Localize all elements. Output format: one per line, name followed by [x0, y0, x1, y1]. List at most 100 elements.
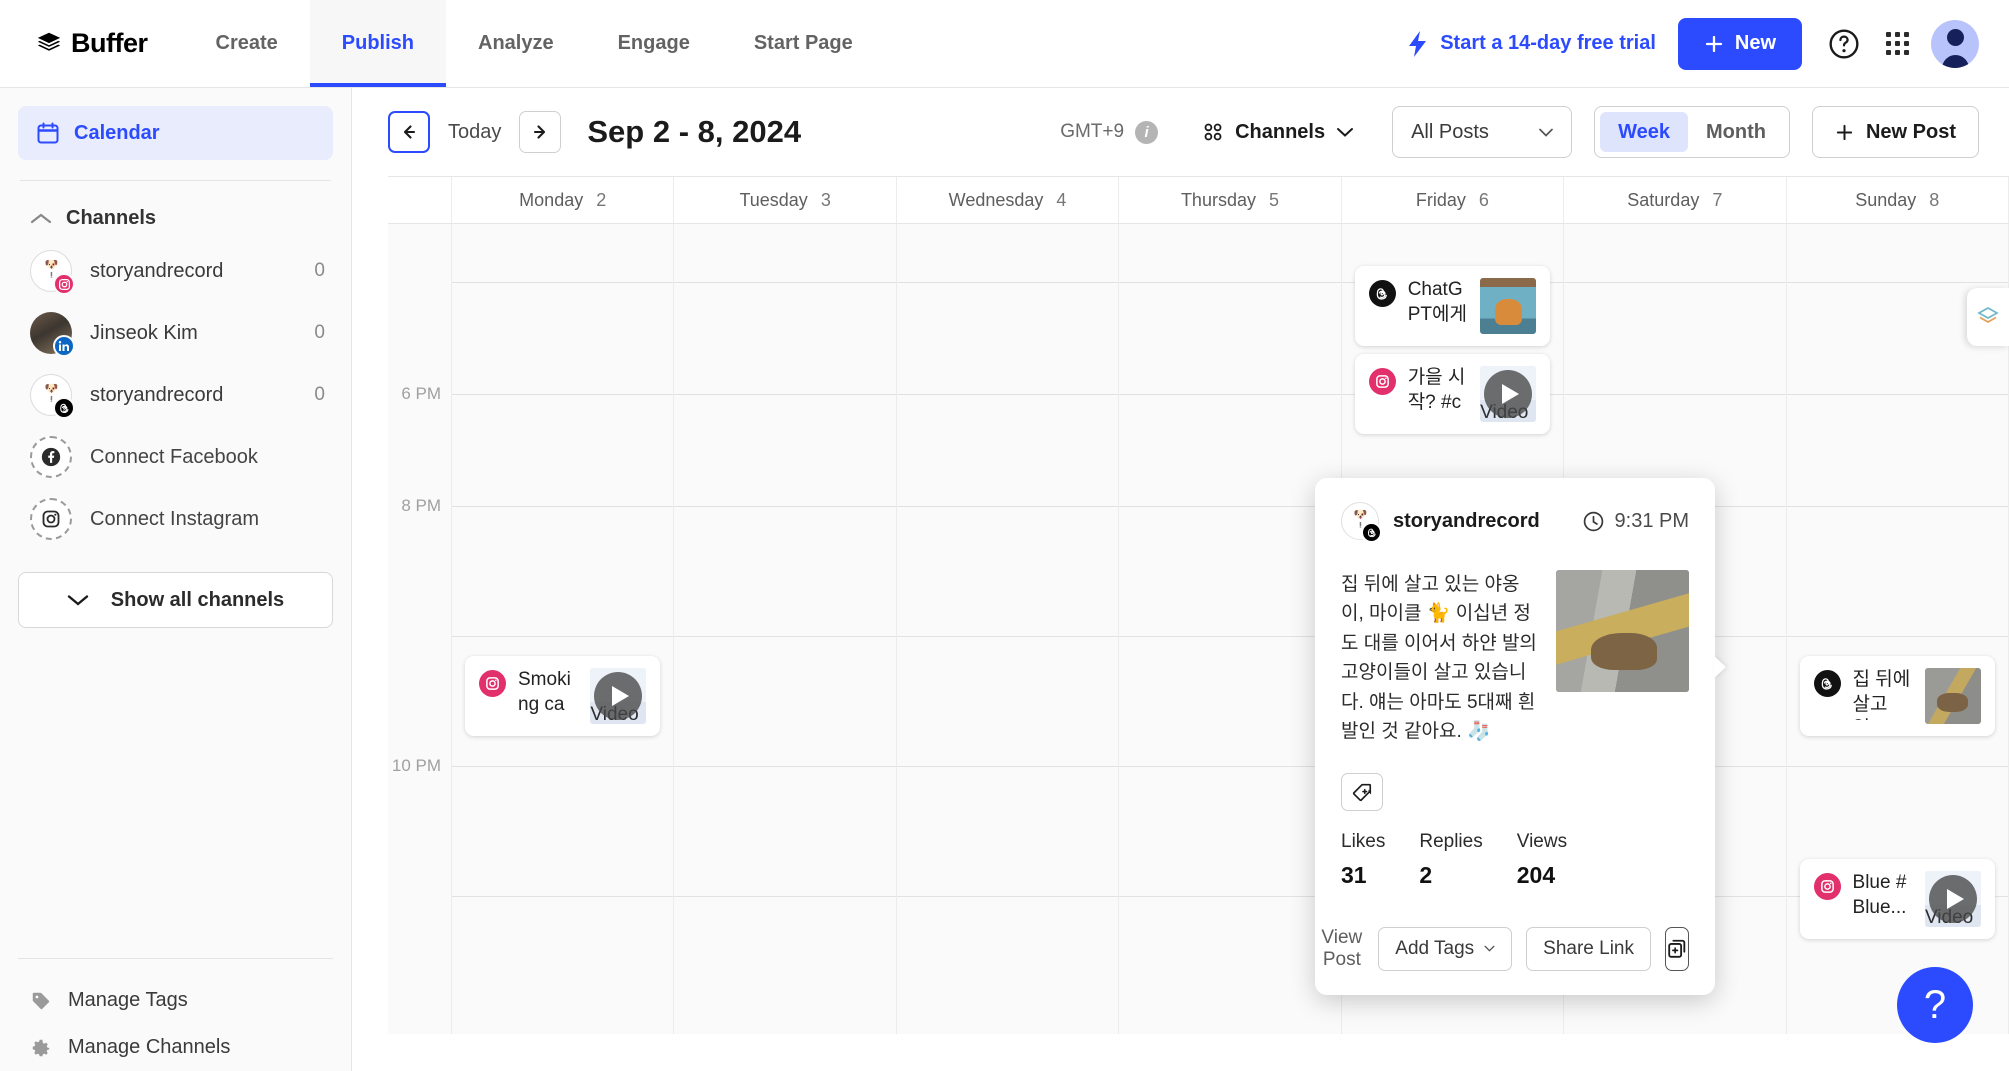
- day-column-wednesday[interactable]: [896, 224, 1120, 1034]
- sidebar: Calendar Channels 🐶 ᵎᵎ storyandrecord 0 …: [0, 88, 352, 1071]
- connect-facebook-label: Connect Facebook: [90, 445, 258, 468]
- avatar[interactable]: [1931, 19, 1979, 68]
- popover-media-thumbnail[interactable]: [1556, 570, 1689, 692]
- popover-time-label: 9:31 PM: [1614, 509, 1689, 532]
- side-panel-toggle[interactable]: [1967, 288, 2009, 346]
- post-card[interactable]: 가을 시작? #ca... Video: [1354, 354, 1551, 434]
- popover-stats: Likes 31 Replies 2 Views 204: [1341, 831, 1689, 889]
- sidebar-item-manage-tags[interactable]: Manage Tags: [0, 977, 351, 1024]
- instagram-icon: [42, 510, 60, 528]
- tab-analyze[interactable]: Analyze: [446, 0, 586, 87]
- stat-likes: Likes 31: [1341, 831, 1385, 889]
- view-mode-month[interactable]: Month: [1688, 112, 1784, 152]
- post-card-text: ChatGPT에게 ...: [1407, 279, 1467, 330]
- view-post-button[interactable]: View Post: [1319, 923, 1364, 975]
- tab-start-page[interactable]: Start Page: [722, 0, 885, 87]
- sidebar-channels-header[interactable]: Channels: [0, 181, 351, 240]
- channel-post-count: 0: [314, 322, 325, 343]
- popover-scheduled-time: 9:31 PM: [1582, 510, 1689, 533]
- day-column-tuesday[interactable]: [674, 224, 897, 1034]
- day-name: Tuesday: [739, 189, 808, 210]
- sidebar-connect-facebook[interactable]: Connect Facebook: [0, 426, 351, 488]
- day-number: 2: [596, 189, 607, 210]
- nav-tabs: Create Publish Analyze Engage Start Page: [184, 0, 885, 87]
- plus-icon: [1705, 35, 1723, 52]
- sidebar-channel-jinseok-kim-linkedin[interactable]: Jinseok Kim 0: [0, 302, 351, 364]
- day-name: Wednesday: [948, 189, 1044, 210]
- sidebar-channel-storyandrecord-threads[interactable]: 🐶 ᵎᵎ storyandrecord 0: [0, 364, 351, 426]
- channel-post-count: 0: [314, 260, 325, 281]
- toolbar-right-controls: GMT+9 i Channels All Posts Week Month Ne…: [1060, 106, 1979, 158]
- info-icon[interactable]: i: [1135, 120, 1159, 144]
- start-free-trial-link[interactable]: Start a 14-day free trial: [1406, 30, 1656, 58]
- show-all-channels-label: Show all channels: [110, 588, 285, 611]
- sidebar-channel-storyandrecord-instagram[interactable]: 🐶 ᵎᵎ storyandrecord 0: [0, 240, 351, 302]
- day-header-sunday: Sunday 8: [1787, 177, 2009, 223]
- next-week-button[interactable]: [519, 111, 562, 153]
- day-header-thursday: Thursday 5: [1119, 177, 1342, 223]
- sidebar-item-manage-channels[interactable]: Manage Channels: [0, 1024, 351, 1071]
- time-gutter-header: [388, 177, 452, 223]
- view-mode-toggle: Week Month: [1594, 106, 1790, 158]
- duplicate-post-button[interactable]: [1665, 926, 1689, 971]
- nav-right-actions: Start a 14-day free trial New: [1406, 0, 2009, 87]
- day-column-monday[interactable]: Smoking cat... Video: [452, 224, 675, 1034]
- instagram-badge-icon: [1368, 368, 1396, 395]
- add-tags-button[interactable]: Add Tags: [1378, 926, 1513, 971]
- day-header-wednesday: Wednesday 4: [897, 177, 1120, 223]
- post-card[interactable]: 집 뒤에 살고 있...: [1799, 656, 1995, 736]
- gear-icon: [32, 1039, 50, 1056]
- previous-week-button[interactable]: [388, 111, 430, 153]
- channel-name: storyandrecord: [90, 259, 224, 282]
- channels-filter-dropdown[interactable]: Channels: [1202, 121, 1354, 144]
- buffer-logo-icon: [37, 32, 61, 51]
- stat-value: 2: [1419, 861, 1433, 888]
- sidebar-footer-divider: [18, 958, 333, 959]
- tab-publish[interactable]: Publish: [309, 0, 447, 87]
- tab-engage[interactable]: Engage: [586, 0, 722, 87]
- new-button[interactable]: New: [1677, 17, 1802, 70]
- new-post-label: New Post: [1865, 120, 1956, 143]
- add-tags-label: Add Tags: [1395, 937, 1475, 959]
- help-fab-button[interactable]: ?: [1897, 967, 1973, 1043]
- post-card[interactable]: ChatGPT에게 ...: [1354, 266, 1551, 346]
- help-button[interactable]: [1824, 24, 1864, 64]
- new-button-label: New: [1734, 32, 1776, 54]
- connect-avatar: [30, 498, 72, 540]
- post-card[interactable]: Blue #Blue... Video: [1799, 859, 1995, 939]
- time-label: 10 PM: [391, 756, 441, 775]
- day-name: Friday: [1415, 189, 1466, 210]
- day-number: 6: [1478, 189, 1489, 210]
- popover-body: 집 뒤에 살고 있는 야옹이, 마이클 🐈 이십년 정도 대를 이어서 하얀 발…: [1341, 570, 1689, 747]
- sidebar-item-calendar[interactable]: Calendar: [18, 106, 333, 160]
- share-link-button[interactable]: Share Link: [1526, 926, 1651, 971]
- calendar: Monday 2 Tuesday 3 Wednesday 4 Thursday …: [352, 176, 2009, 1034]
- sidebar-connect-instagram[interactable]: Connect Instagram: [0, 488, 351, 550]
- plus-icon: [1836, 124, 1853, 140]
- manage-tags-label: Manage Tags: [68, 989, 188, 1011]
- day-column-thursday[interactable]: [1119, 224, 1342, 1034]
- caret-down-icon: [1484, 945, 1495, 952]
- new-post-button[interactable]: New Post: [1811, 106, 1979, 158]
- channels-grid-icon: [1204, 123, 1222, 141]
- apps-grid-button[interactable]: [1886, 32, 1909, 55]
- timezone-indicator: GMT+9 i: [1060, 120, 1159, 144]
- calendar-toolbar: Today Sep 2 - 8, 2024 GMT+9 i Channels A…: [352, 88, 2009, 176]
- post-card-text: Blue #Blue...: [1852, 872, 1907, 918]
- day-name: Saturday: [1627, 189, 1700, 210]
- add-tag-icon-button[interactable]: [1341, 772, 1383, 811]
- day-number: 4: [1056, 189, 1067, 210]
- buffer-logo-text: Buffer: [71, 28, 148, 58]
- threads-badge-icon: [53, 397, 75, 419]
- view-mode-week[interactable]: Week: [1600, 112, 1688, 152]
- calendar-day-headers: Monday 2 Tuesday 3 Wednesday 4 Thursday …: [388, 176, 2009, 224]
- day-header-saturday: Saturday 7: [1564, 177, 1787, 223]
- post-card[interactable]: Smoking cat... Video: [465, 656, 661, 736]
- start-free-trial-label: Start a 14-day free trial: [1440, 32, 1656, 54]
- chevron-down-icon: [67, 595, 88, 606]
- buffer-logo[interactable]: Buffer: [0, 0, 148, 87]
- post-type-filter-select[interactable]: All Posts: [1392, 106, 1573, 158]
- today-button[interactable]: Today: [430, 121, 519, 144]
- tab-create[interactable]: Create: [184, 0, 310, 87]
- show-all-channels-button[interactable]: Show all channels: [18, 572, 333, 628]
